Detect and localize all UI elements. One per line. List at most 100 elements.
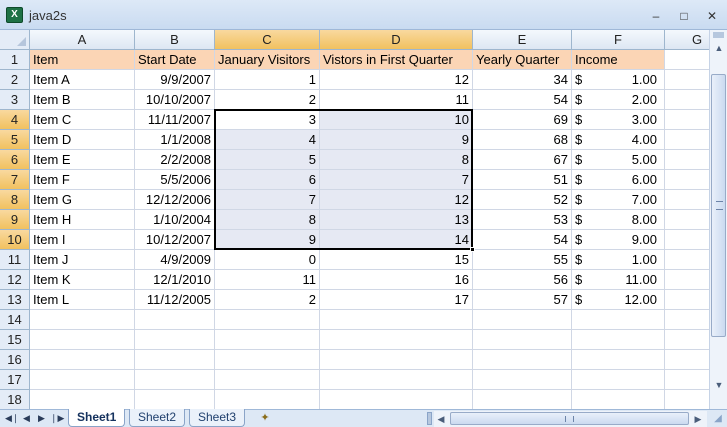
cell[interactable] — [473, 330, 572, 350]
cell[interactable] — [665, 130, 709, 150]
cell[interactable]: 11/12/2005 — [135, 290, 215, 310]
horizontal-scrollbar[interactable]: ◀ ▶ — [434, 411, 707, 427]
cell[interactable]: 10/10/2007 — [135, 90, 215, 110]
cell[interactable]: $2.00 — [572, 90, 665, 110]
maximize-button[interactable]: □ — [675, 8, 693, 24]
cell[interactable] — [30, 350, 135, 370]
cell[interactable]: 2 — [215, 290, 320, 310]
header-cell[interactable]: Vistors in First Quarter — [320, 50, 473, 70]
insert-sheet-icon[interactable]: ✦ — [257, 411, 273, 425]
cell[interactable]: 0 — [215, 250, 320, 270]
tab-sheet2[interactable]: Sheet2 — [129, 409, 186, 427]
cell[interactable]: 8 — [320, 150, 473, 170]
cell[interactable]: 7 — [215, 190, 320, 210]
cell[interactable]: 3 — [215, 110, 320, 130]
cell[interactable]: $12.00 — [572, 290, 665, 310]
cell[interactable]: $3.00 — [572, 110, 665, 130]
cell[interactable]: 11/11/2007 — [135, 110, 215, 130]
cell[interactable]: 5 — [215, 150, 320, 170]
row-header[interactable]: 12 — [0, 270, 30, 290]
row-header[interactable]: 9 — [0, 210, 30, 230]
horizontal-scroll-thumb[interactable] — [450, 412, 689, 425]
cell[interactable]: 54 — [473, 230, 572, 250]
vertical-scrollbar[interactable]: ▲ ▼ — [709, 30, 727, 409]
column-header[interactable]: E — [473, 30, 572, 50]
cell[interactable]: $7.00 — [572, 190, 665, 210]
cell[interactable]: 16 — [320, 270, 473, 290]
cell[interactable]: 10 — [320, 110, 473, 130]
cell[interactable]: 4/9/2009 — [135, 250, 215, 270]
cell[interactable] — [215, 390, 320, 409]
cell[interactable] — [572, 310, 665, 330]
last-sheet-icon[interactable]: ❘▶ — [50, 412, 64, 425]
cell[interactable]: 69 — [473, 110, 572, 130]
cell[interactable] — [572, 390, 665, 409]
cell[interactable] — [473, 390, 572, 409]
cell[interactable]: 5/5/2006 — [135, 170, 215, 190]
row-header[interactable]: 11 — [0, 250, 30, 270]
cell[interactable]: $8.00 — [572, 210, 665, 230]
cell[interactable] — [572, 330, 665, 350]
cell[interactable] — [665, 230, 709, 250]
cell[interactable] — [665, 330, 709, 350]
cell[interactable]: 4 — [215, 130, 320, 150]
cell[interactable]: 67 — [473, 150, 572, 170]
row-header[interactable]: 4 — [0, 110, 30, 130]
cell[interactable] — [572, 350, 665, 370]
cell[interactable]: 57 — [473, 290, 572, 310]
prev-sheet-icon[interactable]: ◀ — [20, 412, 33, 425]
tab-sheet3[interactable]: Sheet3 — [189, 409, 246, 427]
close-button[interactable]: ✕ — [703, 8, 721, 24]
cell[interactable] — [135, 370, 215, 390]
cell[interactable]: Item K — [30, 270, 135, 290]
cell[interactable] — [665, 210, 709, 230]
cell[interactable]: 17 — [320, 290, 473, 310]
cell[interactable] — [665, 90, 709, 110]
cell[interactable]: 14 — [320, 230, 473, 250]
row-header[interactable]: 5 — [0, 130, 30, 150]
cell[interactable] — [665, 370, 709, 390]
cell[interactable]: Item H — [30, 210, 135, 230]
cell[interactable] — [665, 250, 709, 270]
cell[interactable]: Item G — [30, 190, 135, 210]
first-sheet-icon[interactable]: ◀❘ — [5, 412, 19, 425]
cell[interactable]: Item D — [30, 130, 135, 150]
cell[interactable] — [665, 170, 709, 190]
cell[interactable] — [135, 330, 215, 350]
resize-grip-icon[interactable]: ◢ — [711, 412, 725, 426]
cell[interactable] — [665, 110, 709, 130]
cell[interactable] — [215, 350, 320, 370]
cell[interactable] — [135, 310, 215, 330]
cell[interactable] — [665, 290, 709, 310]
cell[interactable] — [320, 310, 473, 330]
cell[interactable] — [320, 350, 473, 370]
minimize-button[interactable]: – — [647, 8, 665, 24]
cell[interactable] — [135, 350, 215, 370]
cell[interactable]: 15 — [320, 250, 473, 270]
cell[interactable]: 1/10/2004 — [135, 210, 215, 230]
cell[interactable]: 55 — [473, 250, 572, 270]
cell[interactable] — [30, 330, 135, 350]
cell[interactable] — [30, 310, 135, 330]
cell[interactable]: Item J — [30, 250, 135, 270]
row-header[interactable]: 15 — [0, 330, 30, 350]
row-header[interactable]: 6 — [0, 150, 30, 170]
row-header[interactable]: 7 — [0, 170, 30, 190]
cell[interactable] — [665, 270, 709, 290]
cell[interactable]: $5.00 — [572, 150, 665, 170]
cell[interactable]: 11 — [215, 270, 320, 290]
cell[interactable]: Item A — [30, 70, 135, 90]
cell[interactable]: Item B — [30, 90, 135, 110]
row-header[interactable]: 18 — [0, 390, 30, 409]
cell[interactable]: 8 — [215, 210, 320, 230]
tab-sheet1[interactable]: Sheet1 — [68, 409, 126, 427]
vertical-scroll-thumb[interactable] — [711, 74, 726, 337]
cell[interactable]: $1.00 — [572, 250, 665, 270]
row-header[interactable]: 10 — [0, 230, 30, 250]
row-header[interactable]: 8 — [0, 190, 30, 210]
row-header[interactable]: 3 — [0, 90, 30, 110]
column-header[interactable]: C — [215, 30, 320, 50]
cell[interactable]: Item C — [30, 110, 135, 130]
cell[interactable]: 1 — [215, 70, 320, 90]
header-cell[interactable]: January Visitors — [215, 50, 320, 70]
